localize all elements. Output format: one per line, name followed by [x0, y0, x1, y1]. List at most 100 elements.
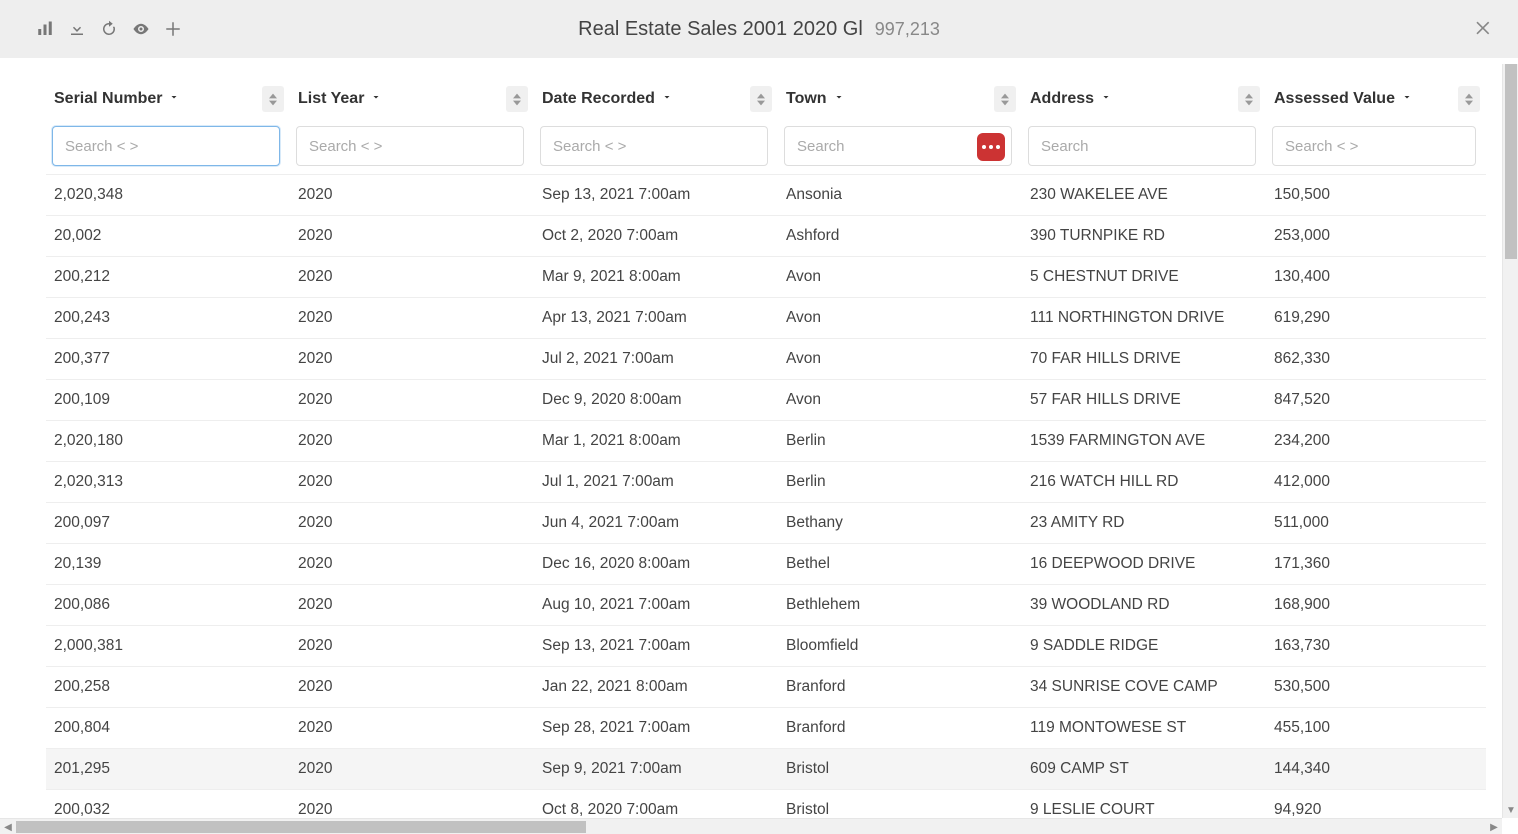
cell-year[interactable]: 2020: [290, 789, 534, 818]
cell-year[interactable]: 2020: [290, 338, 534, 379]
cell-assessed[interactable]: 862,330: [1266, 338, 1486, 379]
cell-assessed[interactable]: 130,400: [1266, 256, 1486, 297]
filter-input-date-recorded[interactable]: [551, 137, 757, 156]
cell-serial[interactable]: 2,020,313: [46, 461, 290, 502]
vertical-scrollbar[interactable]: ▼: [1502, 64, 1518, 818]
sort-toggle[interactable]: [262, 86, 284, 112]
cell-town[interactable]: Avon: [778, 297, 1022, 338]
cell-serial[interactable]: 200,032: [46, 789, 290, 818]
cell-date[interactable]: Sep 13, 2021 7:00am: [534, 625, 778, 666]
cell-date[interactable]: Sep 28, 2021 7:00am: [534, 707, 778, 748]
cell-town[interactable]: Avon: [778, 379, 1022, 420]
cell-address[interactable]: 70 FAR HILLS DRIVE: [1022, 338, 1266, 379]
cell-assessed[interactable]: 234,200: [1266, 420, 1486, 461]
scroll-left-arrow[interactable]: ◀: [0, 819, 16, 834]
cell-address[interactable]: 34 SUNRISE COVE CAMP: [1022, 666, 1266, 707]
sort-toggle[interactable]: [1238, 86, 1260, 112]
column-header-assessed-value[interactable]: Assessed Value: [1266, 74, 1486, 124]
cell-serial[interactable]: 200,097: [46, 502, 290, 543]
cell-serial[interactable]: 2,000,381: [46, 625, 290, 666]
filter-input-assessed-value[interactable]: [1283, 137, 1465, 156]
cell-town[interactable]: Ashford: [778, 215, 1022, 256]
cell-address[interactable]: 9 LESLIE COURT: [1022, 789, 1266, 818]
cell-town[interactable]: Bristol: [778, 748, 1022, 789]
cell-year[interactable]: 2020: [290, 174, 534, 215]
cell-year[interactable]: 2020: [290, 748, 534, 789]
cell-date[interactable]: Dec 9, 2020 8:00am: [534, 379, 778, 420]
cell-town[interactable]: Berlin: [778, 420, 1022, 461]
sort-toggle[interactable]: [506, 86, 528, 112]
cell-serial[interactable]: 200,212: [46, 256, 290, 297]
cell-serial[interactable]: 20,139: [46, 543, 290, 584]
cell-address[interactable]: 23 AMITY RD: [1022, 502, 1266, 543]
cell-address[interactable]: 216 WATCH HILL RD: [1022, 461, 1266, 502]
cell-town[interactable]: Branford: [778, 707, 1022, 748]
scroll-down-arrow[interactable]: ▼: [1503, 802, 1518, 818]
cell-address[interactable]: 5 CHESTNUT DRIVE: [1022, 256, 1266, 297]
cell-address[interactable]: 16 DEEPWOOD DRIVE: [1022, 543, 1266, 584]
cell-assessed[interactable]: 619,290: [1266, 297, 1486, 338]
cell-date[interactable]: Sep 9, 2021 7:00am: [534, 748, 778, 789]
sort-toggle[interactable]: [750, 86, 772, 112]
cell-town[interactable]: Branford: [778, 666, 1022, 707]
cell-year[interactable]: 2020: [290, 625, 534, 666]
column-header-address[interactable]: Address: [1022, 74, 1266, 124]
refresh-icon[interactable]: [100, 20, 118, 38]
cell-serial[interactable]: 2,020,348: [46, 174, 290, 215]
scroll-right-arrow[interactable]: ▶: [1486, 819, 1502, 834]
cell-assessed[interactable]: 530,500: [1266, 666, 1486, 707]
cell-serial[interactable]: 200,086: [46, 584, 290, 625]
cell-town[interactable]: Bethlehem: [778, 584, 1022, 625]
cell-assessed[interactable]: 150,500: [1266, 174, 1486, 215]
cell-date[interactable]: Mar 1, 2021 8:00am: [534, 420, 778, 461]
cell-town[interactable]: Avon: [778, 338, 1022, 379]
cell-date[interactable]: Mar 9, 2021 8:00am: [534, 256, 778, 297]
cell-address[interactable]: 111 NORTHINGTON DRIVE: [1022, 297, 1266, 338]
cell-year[interactable]: 2020: [290, 666, 534, 707]
cell-assessed[interactable]: 412,000: [1266, 461, 1486, 502]
cell-serial[interactable]: 20,002: [46, 215, 290, 256]
cell-year[interactable]: 2020: [290, 256, 534, 297]
cell-assessed[interactable]: 847,520: [1266, 379, 1486, 420]
cell-assessed[interactable]: 253,000: [1266, 215, 1486, 256]
cell-town[interactable]: Ansonia: [778, 174, 1022, 215]
cell-date[interactable]: Jul 2, 2021 7:00am: [534, 338, 778, 379]
cell-serial[interactable]: 200,804: [46, 707, 290, 748]
cell-date[interactable]: Jun 4, 2021 7:00am: [534, 502, 778, 543]
horizontal-scroll-thumb[interactable]: [16, 821, 586, 833]
column-header-town[interactable]: Town: [778, 74, 1022, 124]
filter-input-list-year[interactable]: [307, 137, 513, 156]
cell-serial[interactable]: 200,109: [46, 379, 290, 420]
cell-address[interactable]: 609 CAMP ST: [1022, 748, 1266, 789]
cell-assessed[interactable]: 168,900: [1266, 584, 1486, 625]
cell-address[interactable]: 390 TURNPIKE RD: [1022, 215, 1266, 256]
cell-date[interactable]: Sep 13, 2021 7:00am: [534, 174, 778, 215]
cell-year[interactable]: 2020: [290, 461, 534, 502]
column-header-list-year[interactable]: List Year: [290, 74, 534, 124]
horizontal-scrollbar[interactable]: ◀ ▶: [0, 818, 1502, 834]
cell-year[interactable]: 2020: [290, 215, 534, 256]
cell-year[interactable]: 2020: [290, 502, 534, 543]
cell-serial[interactable]: 200,377: [46, 338, 290, 379]
vertical-scroll-thumb[interactable]: [1505, 64, 1517, 259]
download-icon[interactable]: [68, 20, 86, 38]
cell-serial[interactable]: 201,295: [46, 748, 290, 789]
cell-town[interactable]: Bethel: [778, 543, 1022, 584]
cell-town[interactable]: Bristol: [778, 789, 1022, 818]
cell-assessed[interactable]: 455,100: [1266, 707, 1486, 748]
filter-input-address[interactable]: [1039, 137, 1245, 156]
cell-serial[interactable]: 200,243: [46, 297, 290, 338]
cell-assessed[interactable]: 511,000: [1266, 502, 1486, 543]
filter-input-town[interactable]: [795, 137, 1001, 156]
cell-address[interactable]: 1539 FARMINGTON AVE: [1022, 420, 1266, 461]
cell-date[interactable]: Jan 22, 2021 8:00am: [534, 666, 778, 707]
cell-date[interactable]: Oct 2, 2020 7:00am: [534, 215, 778, 256]
sort-toggle[interactable]: [994, 86, 1016, 112]
cell-address[interactable]: 39 WOODLAND RD: [1022, 584, 1266, 625]
cell-date[interactable]: Apr 13, 2021 7:00am: [534, 297, 778, 338]
cell-date[interactable]: Jul 1, 2021 7:00am: [534, 461, 778, 502]
cell-year[interactable]: 2020: [290, 707, 534, 748]
cell-town[interactable]: Bloomfield: [778, 625, 1022, 666]
sort-toggle[interactable]: [1458, 86, 1480, 112]
cell-date[interactable]: Dec 16, 2020 8:00am: [534, 543, 778, 584]
